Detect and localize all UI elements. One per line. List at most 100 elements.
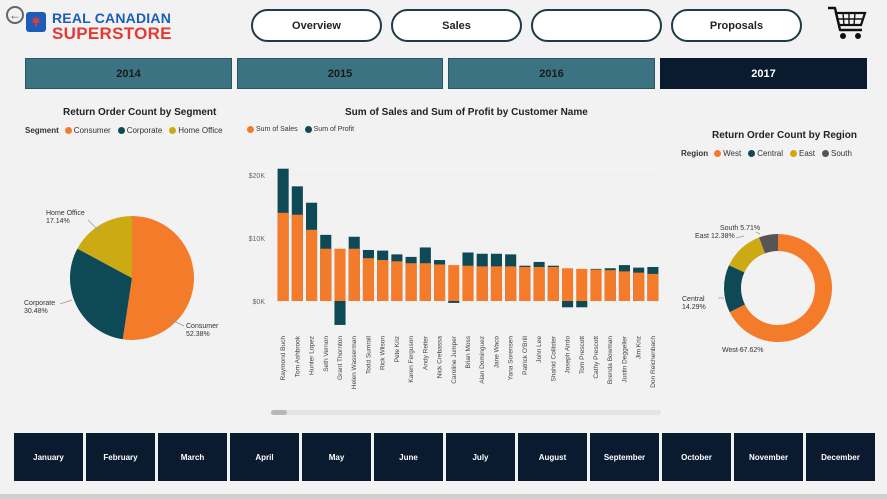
legend-item-sum-of-profit: Sum of Profit [304,126,354,133]
x-category-label: Jane Waco [493,336,500,369]
sales-bar-alan-dominguez[interactable] [476,266,488,301]
x-category-label: Nick Crebassa [437,336,444,379]
x-category-label: Raymond Buch [280,336,287,381]
sales-bar-pete-kriz[interactable] [391,261,403,301]
x-category-label: Brenda Bowman [607,336,614,384]
donut-slice-east[interactable] [729,237,766,273]
slice-label-central: Central [682,296,705,303]
y-tick-label: $10K [249,236,266,243]
sales-bar-andy-reiter[interactable] [419,263,431,301]
sales-bar-shahid-collister[interactable] [547,266,559,301]
sales-bar-joseph-airdo[interactable] [562,268,574,301]
x-category-label: Tom Ashbrook [294,335,301,377]
shopping-cart-icon[interactable] [826,4,868,42]
sales-bar-todd-sumrall[interactable] [362,258,374,301]
y-tick-label: $0K [253,299,266,306]
sales-bar-brian-moss[interactable] [462,265,474,301]
year-2015-button[interactable]: 2015 [237,58,443,89]
profit-bar-caroline-jumper[interactable] [448,301,460,303]
legend-item-central: Central [748,149,783,158]
month-january-button[interactable]: January [14,433,83,481]
sales-bar-rick-wilson[interactable] [377,260,389,301]
x-category-label: Grant Thornton [337,336,344,380]
sales-bar-brenda-bowman[interactable] [604,270,616,301]
sales-bar-john-lee[interactable] [533,266,545,301]
sales-bar-caroline-jumper[interactable] [448,265,460,301]
x-category-label: Alan Dominguez [479,336,486,384]
month-september-button[interactable]: September [590,433,659,481]
slice-percent-corporate: 30.48% [24,308,48,315]
x-category-label: Jim Kriz [636,336,643,359]
sales-bar-raymond-buch[interactable] [277,212,289,301]
legend-dot [714,150,722,157]
year-2017-button[interactable]: 2017 [660,58,867,89]
month-march-button[interactable]: March [158,433,227,481]
sales-bar-helen-wasserman[interactable] [348,248,360,301]
scrollbar-thumb[interactable] [271,410,287,415]
legend-item-home-office: Home Office [169,126,223,135]
sales-bar-tom-ashbrook[interactable] [291,214,303,301]
back-button[interactable]: ← [6,6,24,24]
profit-bar-joseph-airdo[interactable] [562,301,574,308]
sales-bar-jane-waco[interactable] [490,266,502,301]
year-2016-button[interactable]: 2016 [448,58,655,89]
month-december-button[interactable]: December [806,433,875,481]
sales-bar-nick-crebassa[interactable] [434,264,446,301]
month-april-button[interactable]: April [230,433,299,481]
legend-item-sum-of-sales: Sum of Sales [247,126,298,133]
slice-percent-central: 14.29% [682,304,706,311]
sales-bar-tom-prescott[interactable] [576,268,588,301]
chart-horizontal-scrollbar[interactable] [271,410,661,415]
year-2014-button[interactable]: 2014 [25,58,232,89]
legend-dot [748,150,756,157]
slice-percent-consumer: 52.38% [186,331,210,338]
month-may-button[interactable]: May [302,433,371,481]
donut-slice-central[interactable] [724,265,745,313]
sales-bar-cathy-prescott[interactable] [590,269,602,302]
segment-legend: Segment Consumer Corporate Home Office [25,126,226,135]
x-category-label: Andy Reiter [422,335,429,370]
arrow-left-circle-icon: ← [9,8,21,22]
sales-bar-patrick-o-brill[interactable] [519,266,531,301]
nav-overview-button[interactable]: Overview [251,9,382,42]
month-june-button[interactable]: June [374,433,443,481]
sales-legend: Sum of Sales Sum of Profit [247,126,357,133]
sales-bar-seth-vernon[interactable] [320,248,332,301]
sales-bar-don-reichenbach[interactable] [647,273,659,301]
region-legend-title: Region [681,149,709,158]
x-category-label: Cathy Prescott [593,336,600,379]
legend-dot [169,127,177,134]
nav-sales-button[interactable]: Sales [391,9,522,42]
x-category-label: Todd Sumrall [365,335,372,373]
sales-bar-yana-sorensen[interactable] [505,266,517,301]
sales-bar-grant-thornton[interactable] [334,248,346,301]
x-category-label: Pete Kriz [394,336,401,362]
brand-line-2: SUPERSTORE [52,24,172,43]
legend-item-south: South [822,149,852,158]
month-february-button[interactable]: February [86,433,155,481]
profit-bar-tom-prescott[interactable] [576,301,588,308]
sales-bar-jim-kriz[interactable] [633,272,645,301]
profit-bar-grant-thornton[interactable] [334,301,346,325]
slice-label-home-office: Home Office [46,210,85,217]
x-category-label: Hunter Lopez [309,336,316,375]
region-chart-title: Return Order Count by Region [712,130,857,141]
month-october-button[interactable]: October [662,433,731,481]
sales-bar-justin-deggeller[interactable] [618,271,630,301]
month-november-button[interactable]: November [734,433,803,481]
sales-bar-karen-ferguson[interactable] [405,263,417,301]
nav-proposals-button[interactable]: Proposals [671,9,802,42]
leader-line [735,235,745,239]
x-category-label: Justin Deggeller [621,335,628,382]
legend-dot [304,126,312,133]
sales-bar-hunter-lopez[interactable] [306,229,318,301]
pie-slice-consumer[interactable] [122,216,195,340]
legend-item-west: West [714,149,741,158]
x-category-label: Seth Vernon [323,336,330,372]
month-july-button[interactable]: July [446,433,515,481]
nav-returns-button[interactable]: Returns [531,9,662,42]
x-category-label: John Lee [536,336,543,363]
region-legend: Region West Central East South [681,149,855,158]
month-august-button[interactable]: August [518,433,587,481]
segment-pie-chart: Consumer52.38% Corporate30.48% Home Office… [24,210,219,340]
